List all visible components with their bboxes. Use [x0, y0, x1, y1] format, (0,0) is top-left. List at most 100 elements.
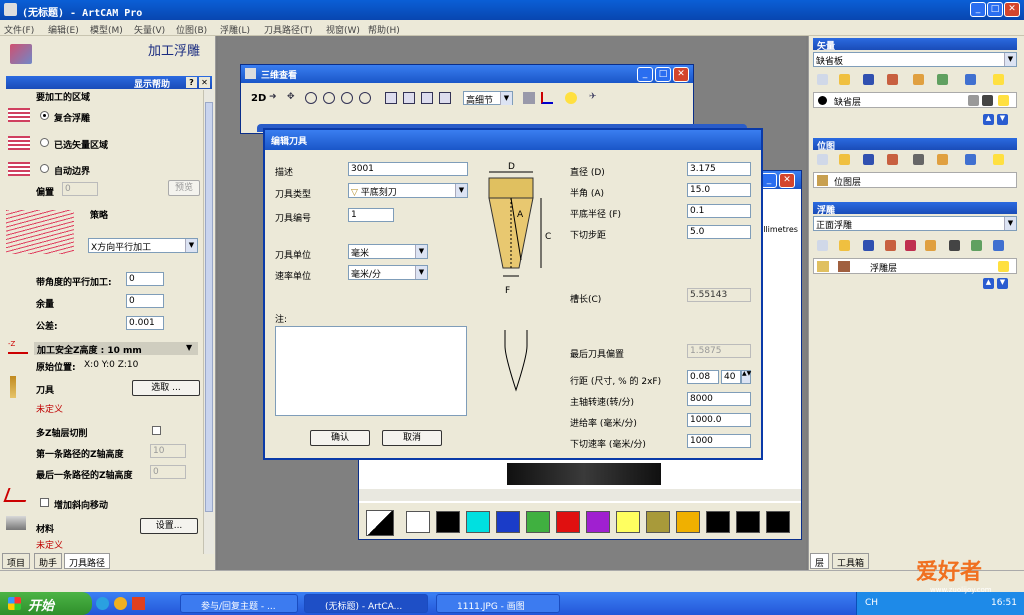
minimize-button[interactable]: _: [970, 2, 986, 17]
spindle-input[interactable]: 8000: [687, 392, 751, 406]
rate-select[interactable]: 毫米/分 ▼: [348, 265, 428, 280]
close-button[interactable]: ✕: [1004, 2, 1020, 17]
pencil-icon[interactable]: [982, 95, 993, 106]
axis-icon[interactable]: [541, 92, 553, 104]
lock-icon[interactable]: [968, 95, 979, 106]
layer-delete-icon[interactable]: [965, 74, 976, 85]
zoom-out-icon[interactable]: [323, 92, 335, 104]
menu-file[interactable]: 文件(F): [4, 23, 34, 36]
last-z-input[interactable]: 0: [150, 465, 186, 479]
safe-z-bar[interactable]: 加工安全Z高度 : 10 mm ▼: [34, 342, 198, 356]
relief-select[interactable]: 正面浮雕 ▼: [813, 216, 1017, 231]
relief-combine-icon[interactable]: [905, 240, 916, 251]
last-offset-input[interactable]: 1.5875: [687, 344, 751, 358]
help-close-icon[interactable]: ✕: [199, 77, 210, 88]
layer-merge-icon[interactable]: [971, 240, 982, 251]
layer-copy-icon[interactable]: [937, 74, 948, 85]
vector-layer-row[interactable]: 缺省层: [813, 92, 1017, 108]
relief-layer-row[interactable]: 浮雕层: [813, 258, 1017, 274]
menu-window[interactable]: 视窗(W): [326, 23, 360, 36]
region-radio-vector[interactable]: [40, 138, 49, 147]
color-swatch[interactable]: [586, 511, 610, 533]
color-swatch[interactable]: [556, 511, 580, 533]
tab-project[interactable]: 项目: [2, 553, 31, 569]
color-swatch[interactable]: [706, 511, 730, 533]
quicklaunch-desktop-icon[interactable]: [132, 597, 145, 610]
color-swatch[interactable]: [496, 511, 520, 533]
half-angle-input[interactable]: 15.0: [687, 183, 751, 197]
layer-edit-icon[interactable]: [887, 154, 898, 165]
color-swatch[interactable]: [646, 511, 670, 533]
maximize-button[interactable]: □: [987, 2, 1003, 17]
allowance-input[interactable]: 0: [126, 294, 164, 308]
save-icon[interactable]: [863, 74, 874, 85]
scroll-thumb[interactable]: [205, 102, 213, 512]
layer-delete-icon[interactable]: [993, 240, 1004, 251]
quicklaunch-ie-icon[interactable]: [96, 597, 109, 610]
desc-input[interactable]: 3001: [348, 162, 468, 176]
zoom-fit-icon[interactable]: [359, 92, 371, 104]
layer-icon[interactable]: [523, 92, 535, 104]
task-artcam[interactable]: (无标题) - ArtCA...: [304, 594, 428, 613]
new-layer-icon[interactable]: [817, 74, 828, 85]
layer-settings-icon[interactable]: [913, 154, 924, 165]
ok-button[interactable]: 确认: [310, 430, 370, 446]
select-tool-button[interactable]: 选取 ...: [132, 380, 200, 396]
color-swatch[interactable]: [406, 511, 430, 533]
visibility-icon[interactable]: [998, 95, 1009, 106]
stepover-percent-input[interactable]: 40: [721, 370, 741, 384]
layer-edit-icon[interactable]: [885, 240, 896, 251]
view3d-maximize-button[interactable]: □: [655, 67, 671, 82]
menu-vector[interactable]: 矢量(V): [134, 23, 165, 36]
material-settings-button[interactable]: 设置...: [140, 518, 198, 534]
cancel-button[interactable]: 取消: [382, 430, 442, 446]
tool-type-select[interactable]: ▽ 平底刻刀 ▼: [348, 183, 468, 198]
tab-toolpaths[interactable]: 刀具路径: [64, 553, 111, 569]
bg-close-button[interactable]: ✕: [779, 173, 795, 188]
flat-radius-input[interactable]: 0.1: [687, 204, 751, 218]
menu-help[interactable]: 帮助(H): [368, 23, 400, 36]
ramp-checkbox[interactable]: [40, 498, 49, 507]
new-layer-icon[interactable]: [817, 154, 828, 165]
feed-input[interactable]: 1000.0: [687, 413, 751, 427]
light-bulb-icon[interactable]: [565, 92, 577, 104]
move-up-icon[interactable]: ▲: [983, 278, 994, 289]
horizontal-scrollbar[interactable]: [359, 489, 801, 501]
visibility-icon[interactable]: [998, 261, 1009, 272]
menu-bitmap[interactable]: 位图(B): [176, 23, 207, 36]
zoom-in-icon[interactable]: [305, 92, 317, 104]
region-radio-composite[interactable]: [40, 111, 49, 120]
color-swatch[interactable]: [736, 511, 760, 533]
tab-toolbox[interactable]: 工具箱: [832, 553, 870, 569]
color-swatch[interactable]: [766, 511, 790, 533]
layer-delete-icon[interactable]: [965, 154, 976, 165]
stepdown-input[interactable]: 5.0: [687, 225, 751, 239]
view-front-icon[interactable]: [421, 92, 433, 104]
move-up-icon[interactable]: ▲: [983, 114, 994, 125]
left-scrollbar[interactable]: [203, 90, 214, 554]
new-layer-icon[interactable]: [817, 240, 828, 251]
ime-indicator[interactable]: CH: [865, 598, 878, 608]
fg-bg-color-icon[interactable]: [366, 510, 394, 536]
save-icon[interactable]: [863, 240, 874, 251]
number-input[interactable]: 1: [348, 208, 394, 222]
strategy-select[interactable]: X方向平行加工 ▼: [88, 238, 198, 253]
open-folder-icon[interactable]: [839, 74, 850, 85]
view-2d-button[interactable]: 2D: [251, 93, 266, 104]
first-z-input[interactable]: 10: [150, 444, 186, 458]
task-paint[interactable]: 1111.JPG - 画图: [436, 594, 560, 613]
task-forum[interactable]: 参与/回复主题 - ...: [180, 594, 298, 613]
diameter-input[interactable]: 3.175: [687, 162, 751, 176]
region-radio-auto[interactable]: [40, 164, 49, 173]
view3d-minimize-button[interactable]: _: [637, 67, 653, 82]
move-down-icon[interactable]: ▼: [997, 278, 1008, 289]
plunge-input[interactable]: 1000: [687, 434, 751, 448]
notes-textarea[interactable]: [275, 326, 467, 416]
multiz-checkbox[interactable]: [152, 426, 161, 435]
move-down-icon[interactable]: ▼: [997, 114, 1008, 125]
stepover-input[interactable]: 0.08: [687, 370, 719, 384]
start-button[interactable]: 开始: [0, 592, 92, 615]
arrow-icon[interactable]: ➜: [269, 92, 281, 104]
open-folder-icon[interactable]: [839, 154, 850, 165]
menu-relief[interactable]: 浮雕(L): [220, 23, 250, 36]
